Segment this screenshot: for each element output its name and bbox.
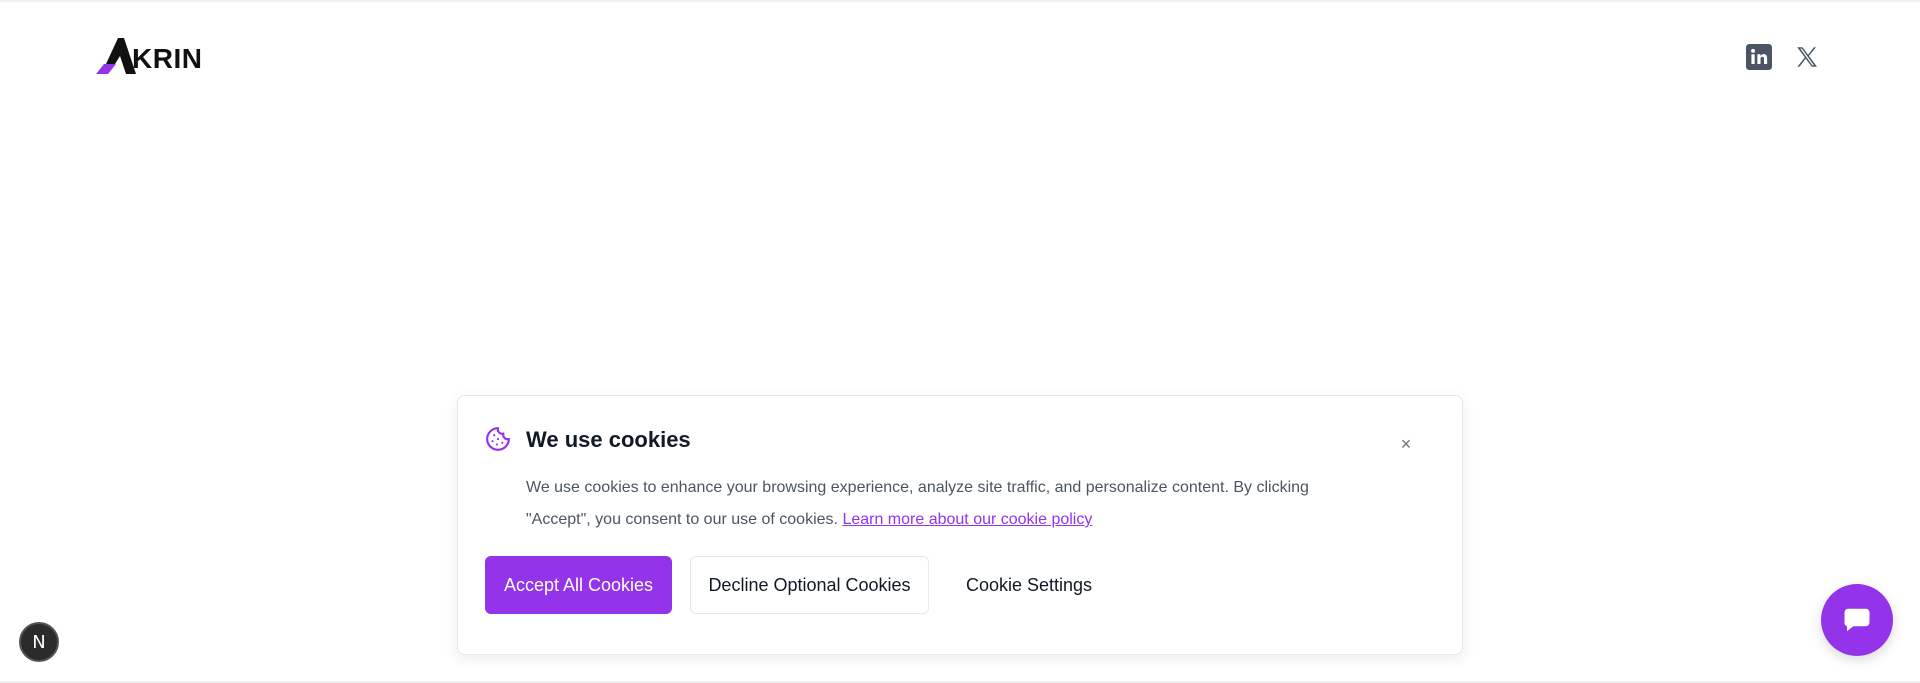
accept-all-cookies-button[interactable]: Accept All Cookies: [485, 556, 672, 614]
nextjs-badge-label: N: [32, 631, 46, 653]
cookie-banner: We use cookies × We use cookies to enhan…: [457, 395, 1463, 655]
cookie-banner-description: We use cookies to enhance your browsing …: [526, 472, 1346, 536]
social-links: [1746, 44, 1820, 70]
x-icon[interactable]: [1794, 44, 1820, 70]
top-divider: [0, 0, 1920, 2]
chat-launcher-button[interactable]: [1821, 584, 1893, 656]
logo-wordmark: KRIN: [132, 43, 203, 74]
chat-bubble-icon: [1844, 608, 1870, 632]
decline-optional-cookies-button[interactable]: Decline Optional Cookies: [690, 556, 929, 614]
cookie-banner-title: We use cookies: [526, 427, 691, 452]
cookie-settings-button[interactable]: Cookie Settings: [929, 556, 1129, 614]
page: KRIN We use cookies × We use cookies to …: [0, 0, 1920, 683]
cookie-icon: [486, 427, 510, 451]
close-icon[interactable]: ×: [1398, 435, 1414, 453]
linkedin-icon[interactable]: [1746, 44, 1772, 70]
site-logo[interactable]: KRIN: [96, 38, 202, 74]
cookie-policy-link[interactable]: Learn more about our cookie policy: [842, 511, 1092, 528]
nextjs-dev-badge[interactable]: N: [19, 622, 59, 662]
cookie-actions: Accept All Cookies Decline Optional Cook…: [485, 556, 1129, 614]
krin-logo-mark-icon: [96, 38, 136, 74]
